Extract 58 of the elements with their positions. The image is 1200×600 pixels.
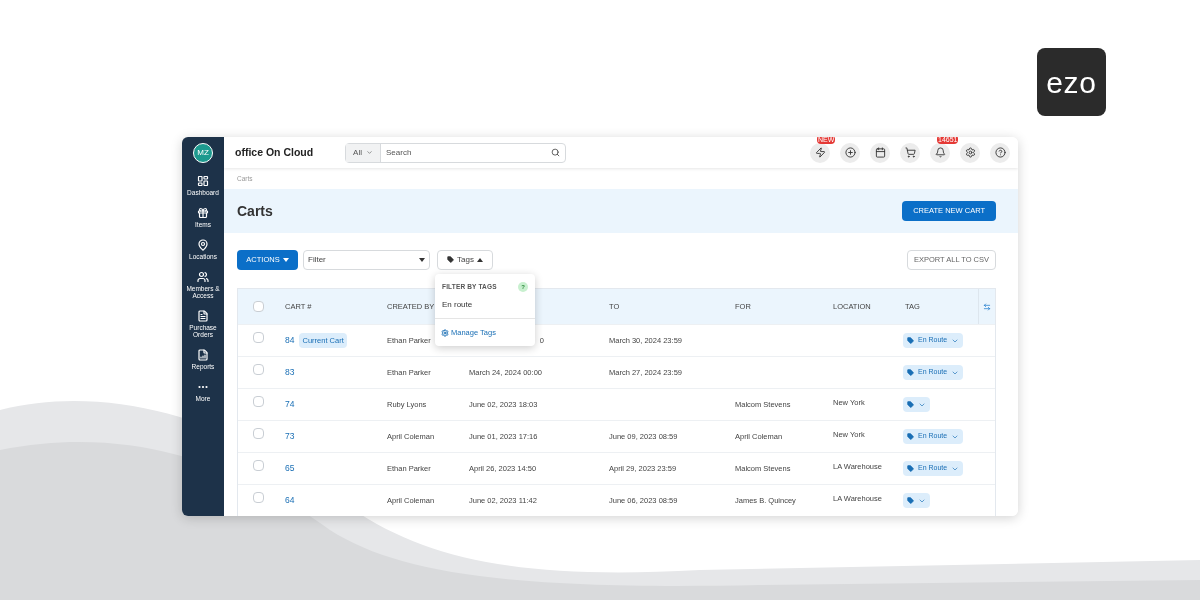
toolbar-button[interactable] [870, 142, 890, 163]
tag-option[interactable]: En route [435, 292, 535, 318]
tag-icon [907, 497, 914, 504]
document-icon [197, 310, 209, 322]
caret-icon [419, 257, 425, 262]
tag-icon [907, 337, 914, 344]
search-icon[interactable] [551, 148, 560, 157]
checkbox[interactable] [252, 428, 264, 439]
report-icon [197, 349, 209, 361]
checkbox[interactable] [252, 460, 264, 471]
tags-button[interactable]: Tags [437, 249, 493, 270]
tag-icon [447, 256, 455, 263]
logo: ezo [1037, 48, 1106, 116]
dashboard-icon [197, 175, 209, 187]
toolbar-button[interactable] [960, 142, 980, 163]
tag-icon [907, 465, 914, 472]
checkbox[interactable] [252, 396, 264, 407]
add-icon [844, 147, 856, 158]
checkbox[interactable] [252, 301, 264, 312]
toolbar-button[interactable] [810, 142, 830, 163]
avatar[interactable]: MZ [193, 143, 213, 163]
toolbar-button[interactable] [930, 142, 950, 163]
cart-link[interactable]: 84 [285, 334, 295, 347]
caret-icon [282, 257, 289, 262]
checkbox[interactable] [252, 332, 264, 343]
pin-icon [197, 239, 209, 251]
help-icon [994, 147, 1006, 158]
tag-icon [907, 401, 914, 408]
columns-settings-icon[interactable] [983, 302, 991, 311]
caret-icon [476, 257, 483, 262]
cart-link[interactable]: 83 [285, 366, 295, 379]
cart-link[interactable]: 64 [285, 494, 295, 507]
checkbox[interactable] [252, 492, 264, 503]
caret-icon [365, 149, 373, 156]
toolbar-button[interactable] [900, 142, 920, 163]
toolbar-button[interactable] [990, 142, 1010, 163]
calendar-icon [874, 147, 886, 158]
settings-icon [441, 328, 449, 337]
tag-icon [907, 369, 914, 376]
toolbar-button[interactable] [840, 142, 860, 163]
cart-link[interactable]: 65 [285, 462, 295, 475]
page-title: Carts [237, 201, 273, 221]
gift-icon [197, 207, 209, 219]
cart-link[interactable]: 73 [285, 430, 295, 443]
tag-icon [907, 433, 914, 440]
tag-dropdown[interactable] [903, 493, 930, 508]
settings-icon [964, 147, 976, 158]
search-field[interactable]: All Search [345, 142, 566, 163]
cart-link[interactable]: 74 [285, 398, 295, 411]
bell-icon [934, 147, 946, 158]
tag-dropdown[interactable] [903, 397, 930, 412]
cart-icon [904, 147, 916, 158]
filter-dropdown[interactable]: Filter [303, 249, 430, 270]
bolt-icon [814, 147, 826, 158]
people-icon [197, 271, 209, 283]
checkbox[interactable] [252, 364, 264, 375]
app-title: office On Cloud [235, 144, 315, 160]
scope-dropdown[interactable]: All [346, 143, 381, 162]
